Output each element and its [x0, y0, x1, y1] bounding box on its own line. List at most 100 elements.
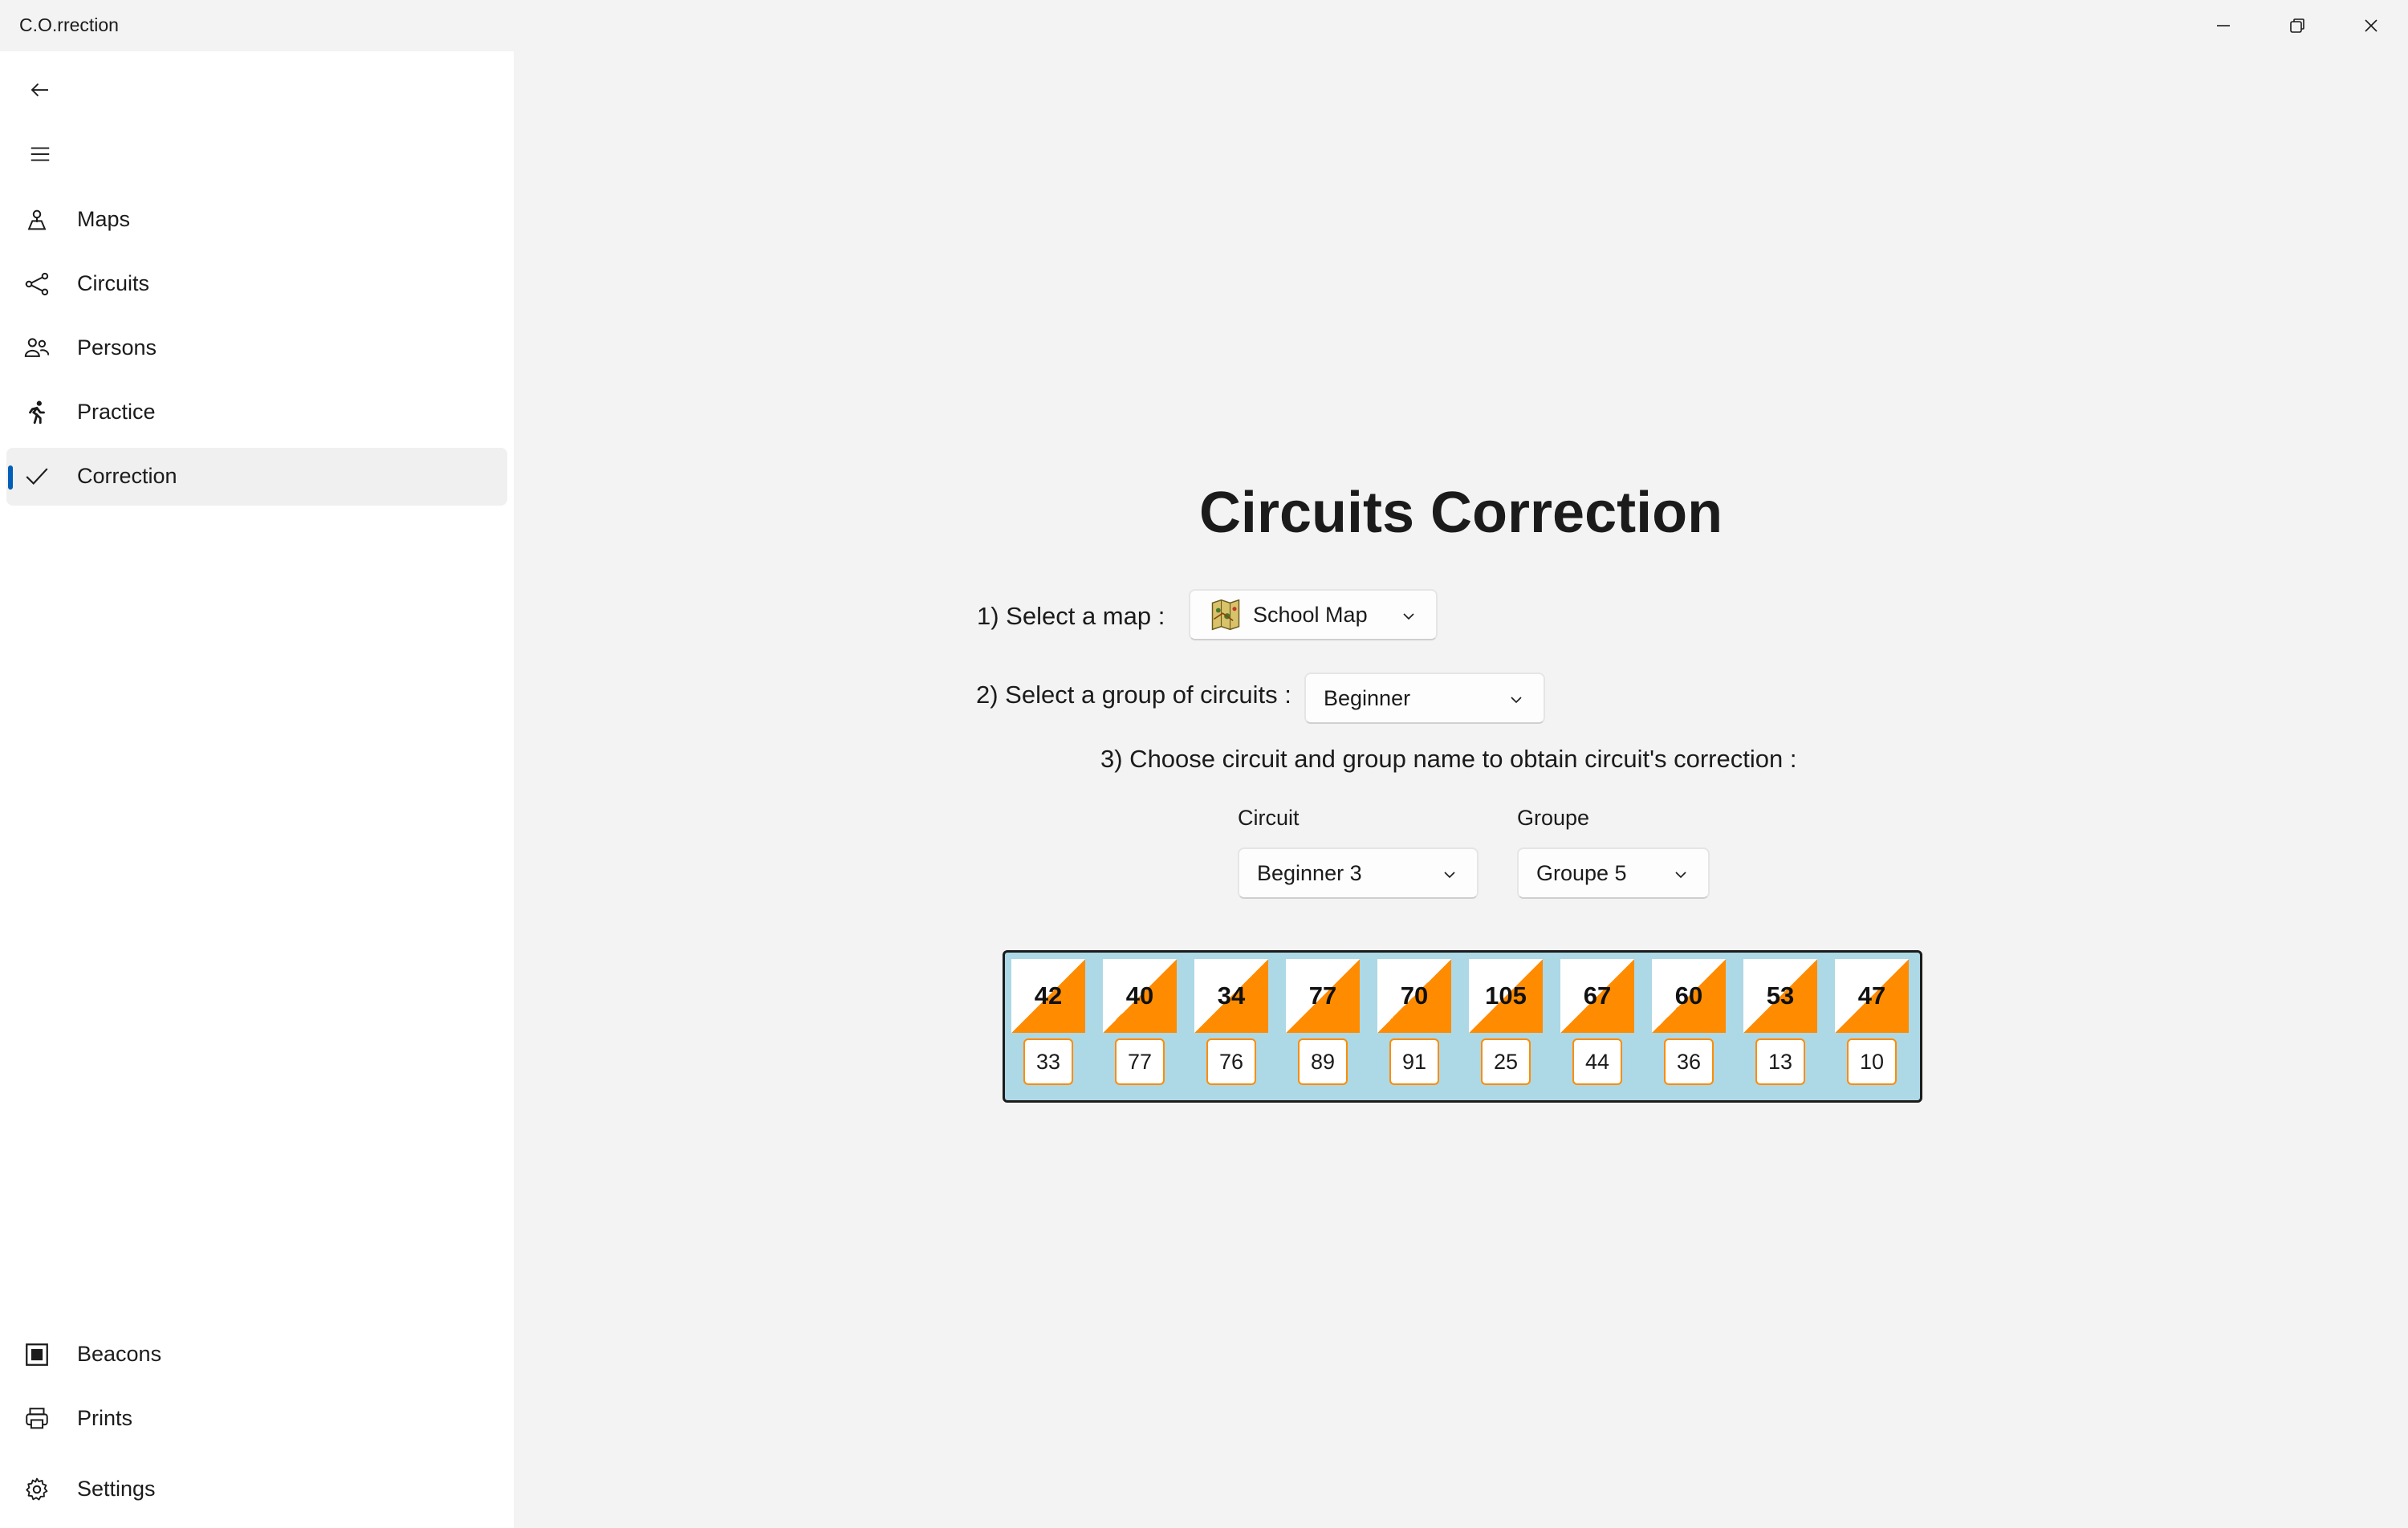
- beacon-number: 34: [1217, 981, 1246, 1010]
- chevron-down-icon: [1511, 697, 1522, 704]
- beacon-number: 42: [1034, 981, 1063, 1010]
- control-point: 77 89: [1286, 959, 1366, 1087]
- map-selector[interactable]: School Map: [1189, 589, 1438, 640]
- beacon-flag: 34: [1194, 959, 1268, 1033]
- group-selector-value: Groupe 5: [1536, 860, 1627, 885]
- restore-button[interactable]: [2260, 0, 2334, 51]
- answer-code: 36: [1664, 1038, 1714, 1085]
- answer-code: 13: [1755, 1038, 1805, 1085]
- answer-code: 76: [1206, 1038, 1256, 1085]
- beacon-number: 70: [1400, 981, 1429, 1010]
- correction-strip: 42 33 40 77 34 76 77 89 70 91 105 25 67 …: [1003, 950, 1922, 1103]
- nav-label-practice: Practice: [77, 400, 156, 424]
- app-window: C.O.rrection Maps Circuits Persons Pract…: [0, 0, 2408, 1528]
- correction-page: Circuits Correction 1) Select a map : Sc…: [514, 51, 2408, 1528]
- nav-item-settings[interactable]: Settings: [6, 1461, 507, 1518]
- beacon-flag: 105: [1469, 959, 1543, 1033]
- group-field-label: Groupe: [1517, 806, 1590, 830]
- beacon-flag: 53: [1743, 959, 1817, 1033]
- nav-item-beacons[interactable]: Beacons: [6, 1326, 507, 1384]
- beacon-number: 40: [1125, 981, 1154, 1010]
- minimize-icon: [2217, 25, 2230, 26]
- answer-code: 77: [1115, 1038, 1165, 1085]
- choose-circuit-instruction: 3) Choose circuit and group name to obta…: [1100, 745, 1797, 773]
- beacon-number: 53: [1766, 981, 1795, 1010]
- printer-icon: [22, 1404, 51, 1433]
- nav-item-maps[interactable]: Maps: [6, 191, 507, 249]
- restore-icon: [2290, 18, 2304, 33]
- gear-icon: [22, 1475, 51, 1504]
- beacon-flag: 42: [1011, 959, 1085, 1033]
- beacon-flag: 77: [1286, 959, 1360, 1033]
- nav-item-correction[interactable]: Correction: [6, 448, 507, 506]
- map-selector-value: School Map: [1253, 602, 1368, 627]
- beacon-number: 105: [1485, 981, 1527, 1010]
- nav-label-persons: Persons: [77, 335, 157, 360]
- back-arrow-icon: [31, 83, 48, 97]
- chevron-down-icon: [1675, 872, 1686, 879]
- nav-label-beacons: Beacons: [77, 1342, 162, 1366]
- hamburger-menu-button[interactable]: [16, 132, 64, 177]
- back-button[interactable]: [16, 67, 64, 112]
- navigation-pane: Maps Circuits Persons Practice Correctio…: [0, 51, 514, 1528]
- nav-label-maps: Maps: [77, 207, 131, 231]
- app-title: C.O.rrection: [19, 14, 119, 35]
- beacon-flag: 40: [1103, 959, 1177, 1033]
- minimize-button[interactable]: [2186, 0, 2260, 51]
- beacon-square-icon: [22, 1340, 51, 1369]
- map-pin-icon: [22, 205, 51, 234]
- nav-label-circuits: Circuits: [77, 271, 150, 295]
- nav-label-correction: Correction: [77, 464, 177, 488]
- answer-code: 89: [1298, 1038, 1348, 1085]
- title-bar: C.O.rrection: [0, 0, 2408, 51]
- circuit-selector-value: Beginner 3: [1257, 860, 1362, 885]
- control-point: 105 25: [1469, 959, 1549, 1087]
- beacon-flag: 70: [1377, 959, 1451, 1033]
- nav-label-settings: Settings: [77, 1477, 156, 1501]
- selection-indicator: [8, 465, 13, 490]
- beacon-number: 47: [1857, 981, 1886, 1010]
- control-point: 70 91: [1377, 959, 1458, 1087]
- beacon-flag: 60: [1652, 959, 1726, 1033]
- select-map-label: 1) Select a map :: [977, 602, 1165, 630]
- circuit-group-selector[interactable]: Beginner: [1304, 673, 1545, 724]
- nav-item-practice[interactable]: Practice: [6, 384, 507, 441]
- select-group-label: 2) Select a group of circuits :: [976, 681, 1291, 709]
- control-point: 40 77: [1103, 959, 1183, 1087]
- chevron-down-icon: [1444, 872, 1455, 879]
- answer-code: 44: [1572, 1038, 1622, 1085]
- control-point: 34 76: [1194, 959, 1275, 1087]
- map-thumbnail-icon: [1208, 597, 1243, 632]
- share-nodes-icon: [22, 270, 51, 299]
- nav-item-prints[interactable]: Prints: [6, 1390, 507, 1448]
- nav-label-prints: Prints: [77, 1406, 133, 1430]
- answer-code: 25: [1481, 1038, 1531, 1085]
- beacon-flag: 67: [1560, 959, 1634, 1033]
- beacon-number: 77: [1308, 981, 1337, 1010]
- beacon-number: 60: [1674, 981, 1703, 1010]
- people-icon: [22, 334, 51, 363]
- page-title: Circuits Correction: [1198, 481, 1723, 545]
- circuit-field-label: Circuit: [1238, 806, 1300, 830]
- checkmark-icon: [22, 462, 51, 491]
- answer-code: 33: [1023, 1038, 1073, 1085]
- nav-item-circuits[interactable]: Circuits: [6, 255, 507, 313]
- circuit-group-selector-value: Beginner: [1324, 685, 1411, 710]
- running-person-icon: [22, 398, 51, 427]
- close-button[interactable]: [2334, 0, 2408, 51]
- close-icon: [2365, 19, 2377, 32]
- hamburger-icon: [31, 147, 50, 161]
- beacon-flag: 47: [1835, 959, 1909, 1033]
- beacon-number: 67: [1583, 981, 1612, 1010]
- control-point: 47 10: [1835, 959, 1915, 1087]
- control-point: 67 44: [1560, 959, 1641, 1087]
- chevron-down-icon: [1403, 613, 1414, 620]
- answer-code: 91: [1389, 1038, 1439, 1085]
- nav-item-persons[interactable]: Persons: [6, 319, 507, 377]
- group-selector[interactable]: Groupe 5: [1517, 847, 1710, 899]
- control-point: 53 13: [1743, 959, 1824, 1087]
- control-point: 60 36: [1652, 959, 1732, 1087]
- control-point: 42 33: [1011, 959, 1092, 1087]
- answer-code: 10: [1847, 1038, 1897, 1085]
- circuit-selector[interactable]: Beginner 3: [1238, 847, 1479, 899]
